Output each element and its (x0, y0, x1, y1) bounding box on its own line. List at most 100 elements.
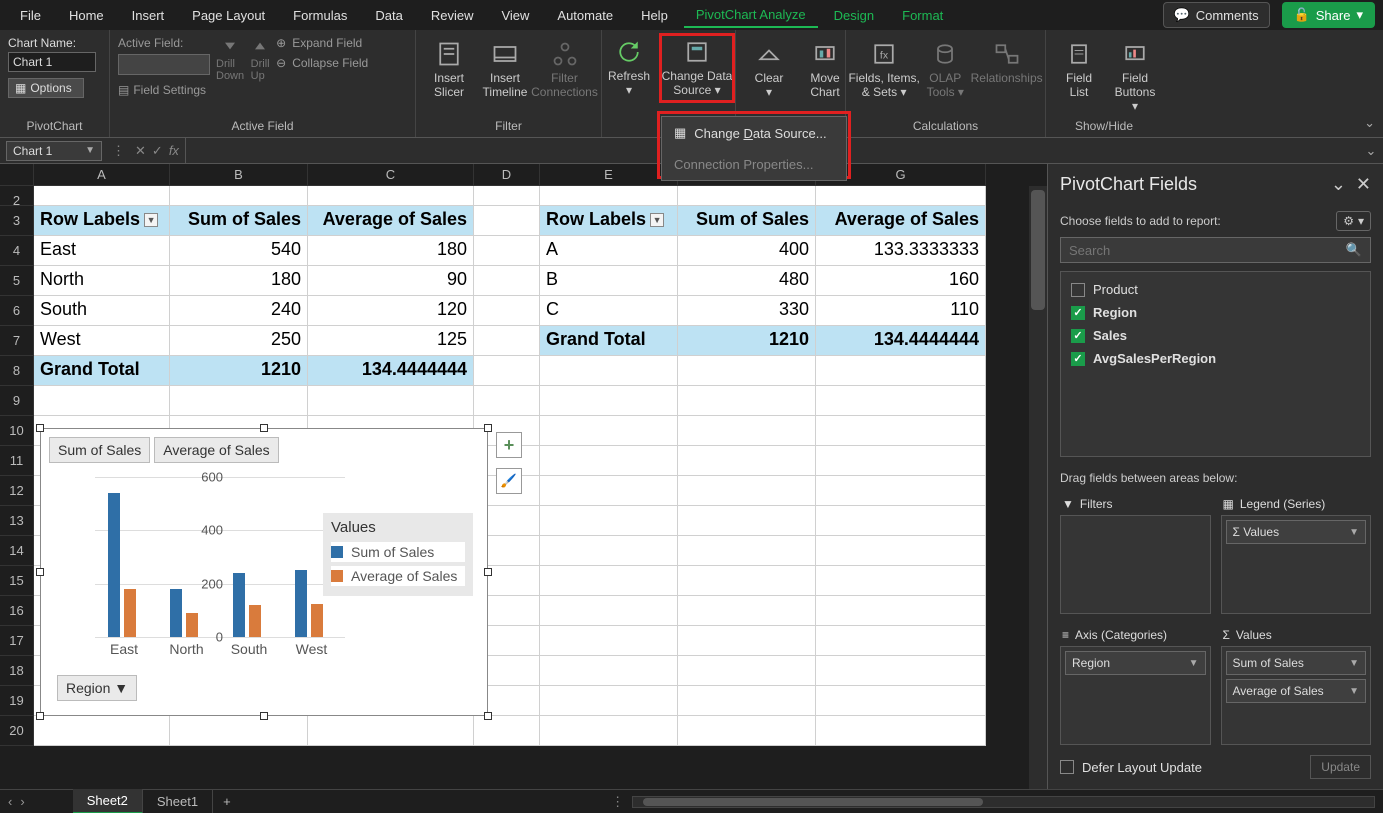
cell[interactable] (308, 186, 474, 206)
menu-data[interactable]: Data (363, 4, 414, 27)
sheet-tab[interactable]: Sheet2 (73, 789, 143, 813)
cell[interactable] (540, 656, 678, 686)
cell[interactable]: 125 (308, 326, 474, 356)
row-header[interactable]: 6 (0, 296, 34, 326)
resize-handle[interactable] (484, 424, 492, 432)
cell[interactable] (474, 386, 540, 416)
cell[interactable] (678, 356, 816, 386)
cell[interactable]: Average of Sales (816, 206, 986, 236)
col-header[interactable]: C (308, 164, 474, 186)
cell[interactable]: 120 (308, 296, 474, 326)
comments-button[interactable]: 💬 Comments (1163, 2, 1270, 28)
cell[interactable] (170, 386, 308, 416)
cell[interactable] (816, 716, 986, 746)
pcf-field-item[interactable]: Sales (1065, 324, 1366, 347)
area-axis-box[interactable]: Region▼ (1060, 646, 1211, 745)
add-sheet-button[interactable]: + (213, 794, 241, 809)
resize-handle[interactable] (36, 424, 44, 432)
filter-dropdown-icon[interactable]: ▼ (650, 213, 664, 227)
row-header[interactable]: 9 (0, 386, 34, 416)
row-header[interactable]: 20 (0, 716, 34, 746)
cell[interactable]: 330 (678, 296, 816, 326)
cell[interactable]: 1210 (678, 326, 816, 356)
bar[interactable] (249, 605, 261, 637)
chart-field-button-sum[interactable]: Sum of Sales (49, 437, 150, 463)
cell[interactable] (474, 206, 540, 236)
cell[interactable]: 400 (678, 236, 816, 266)
resize-handle[interactable] (484, 712, 492, 720)
chip-region[interactable]: Region▼ (1065, 651, 1206, 675)
chart-styles-button[interactable]: 🖌️ (496, 468, 522, 494)
cell[interactable] (678, 416, 816, 446)
row-header[interactable]: 11 (0, 446, 34, 476)
cell[interactable] (540, 186, 678, 206)
cell[interactable] (678, 626, 816, 656)
field-settings-button[interactable]: ▤ Field Settings (118, 83, 210, 97)
cell[interactable] (678, 686, 816, 716)
cell[interactable] (540, 446, 678, 476)
cell[interactable] (678, 596, 816, 626)
cell[interactable] (34, 386, 170, 416)
menu-design[interactable]: Design (822, 4, 886, 27)
cancel-icon[interactable]: ✕ (135, 143, 146, 159)
field-buttons-button[interactable]: Field Buttons ▾ (1110, 36, 1160, 117)
change-data-source-button[interactable]: Change Data Source ▾ (660, 34, 734, 102)
tab-nav-prev[interactable]: ‹ (8, 794, 12, 809)
cell[interactable] (816, 476, 986, 506)
cell[interactable]: 180 (170, 266, 308, 296)
cell[interactable] (678, 536, 816, 566)
cell[interactable] (474, 716, 540, 746)
vertical-scrollbar[interactable] (1029, 186, 1047, 789)
cell[interactable] (540, 686, 678, 716)
cell[interactable] (474, 326, 540, 356)
legend-item[interactable]: Average of Sales (331, 566, 465, 586)
cell[interactable] (540, 626, 678, 656)
chip-average-of-sales[interactable]: Average of Sales▼ (1226, 679, 1367, 703)
cell[interactable] (816, 416, 986, 446)
horizontal-scrollbar[interactable] (632, 796, 1375, 808)
cell[interactable] (678, 386, 816, 416)
clear-button[interactable]: Clear▾ (744, 36, 794, 104)
cell[interactable]: 134.4444444 (816, 326, 986, 356)
cell[interactable]: East (34, 236, 170, 266)
cell[interactable]: 180 (308, 236, 474, 266)
cell[interactable] (540, 716, 678, 746)
chevron-down-icon[interactable]: ⌄ (1331, 174, 1346, 195)
cell[interactable] (540, 416, 678, 446)
cell[interactable] (816, 596, 986, 626)
filter-dropdown-icon[interactable]: ▼ (144, 213, 158, 227)
cell[interactable] (308, 386, 474, 416)
cell[interactable] (816, 536, 986, 566)
bar[interactable] (124, 589, 136, 637)
menu-formulas[interactable]: Formulas (281, 4, 359, 27)
chip-values[interactable]: Σ Values▼ (1226, 520, 1367, 544)
row-header[interactable]: 12 (0, 476, 34, 506)
menu-home[interactable]: Home (57, 4, 116, 27)
pcf-search-input[interactable] (1069, 243, 1346, 258)
row-header[interactable]: 2 (0, 186, 34, 206)
cell[interactable] (540, 386, 678, 416)
pcf-field-item[interactable]: Region (1065, 301, 1366, 324)
chart-name-input[interactable] (8, 52, 96, 72)
cell[interactable] (678, 186, 816, 206)
cell[interactable] (540, 506, 678, 536)
cell[interactable]: North (34, 266, 170, 296)
pcf-tools-button[interactable]: ⚙▾ (1336, 211, 1371, 231)
row-header[interactable]: 4 (0, 236, 34, 266)
menu-view[interactable]: View (489, 4, 541, 27)
cell[interactable] (816, 686, 986, 716)
cell[interactable] (540, 536, 678, 566)
enter-icon[interactable]: ✓ (152, 143, 163, 159)
cell[interactable] (170, 186, 308, 206)
row-header[interactable]: 7 (0, 326, 34, 356)
cell[interactable]: Sum of Sales (170, 206, 308, 236)
name-box[interactable]: Chart 1 ▼ (6, 141, 102, 161)
cell[interactable]: South (34, 296, 170, 326)
cell[interactable] (816, 186, 986, 206)
resize-handle[interactable] (260, 712, 268, 720)
chart-axis-button-region[interactable]: Region ▼ (57, 675, 137, 701)
cell[interactable] (678, 656, 816, 686)
col-header[interactable]: A (34, 164, 170, 186)
cell[interactable] (474, 266, 540, 296)
move-chart-button[interactable]: Move Chart (800, 36, 850, 104)
